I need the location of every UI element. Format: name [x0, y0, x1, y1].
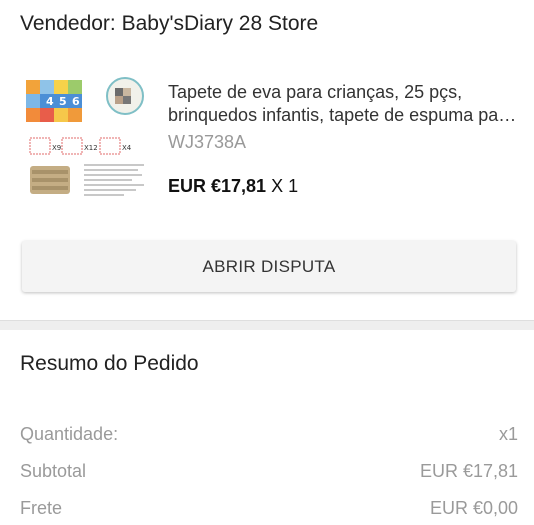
summary-row-label: Subtotal — [20, 461, 87, 481]
product-thumbnail[interactable]: 4 5 6 X9 X12 X4 — [22, 74, 157, 204]
product-title[interactable]: Tapete de eva para crianças, 25 pçs, bri… — [168, 81, 518, 127]
thumb-label-x4: X4 — [122, 144, 132, 152]
summary-row-shipping: Frete EUR €0,00 — [20, 498, 518, 519]
svg-text:4: 4 — [46, 95, 54, 108]
product-item[interactable]: 4 5 6 X9 X12 X4 Tapete de eva para crian… — [22, 74, 522, 214]
summary-row-value: EUR €0,00 — [429, 498, 518, 518]
thumb-label-x9: X9 — [52, 144, 61, 152]
section-divider — [0, 320, 534, 330]
summary-row-value: x1 — [498, 424, 518, 444]
product-sku: WJ3738A — [168, 132, 247, 152]
product-quantity: X 1 — [271, 176, 299, 196]
product-price-line: EUR €17,81 X 1 — [168, 176, 298, 197]
open-dispute-button[interactable]: ABRIR DISPUTA — [22, 241, 516, 292]
seller-name[interactable]: Vendedor: Baby'sDiary 28 Store — [20, 12, 318, 36]
summary-row-label: Frete — [20, 498, 63, 518]
summary-row-quantity: Quantidade: x1 — [20, 424, 518, 445]
summary-row-subtotal: Subtotal EUR €17,81 — [20, 461, 518, 482]
summary-row-label: Quantidade: — [20, 424, 119, 444]
thumb-label-x12: X12 — [84, 144, 98, 152]
product-price: EUR €17,81 — [168, 176, 267, 196]
order-summary-title: Resumo do Pedido — [20, 352, 199, 375]
summary-row-value: EUR €17,81 — [419, 461, 518, 481]
product-image: 4 5 6 X9 X12 X4 — [26, 77, 144, 196]
svg-text:6: 6 — [72, 95, 80, 108]
svg-text:5: 5 — [59, 95, 67, 108]
